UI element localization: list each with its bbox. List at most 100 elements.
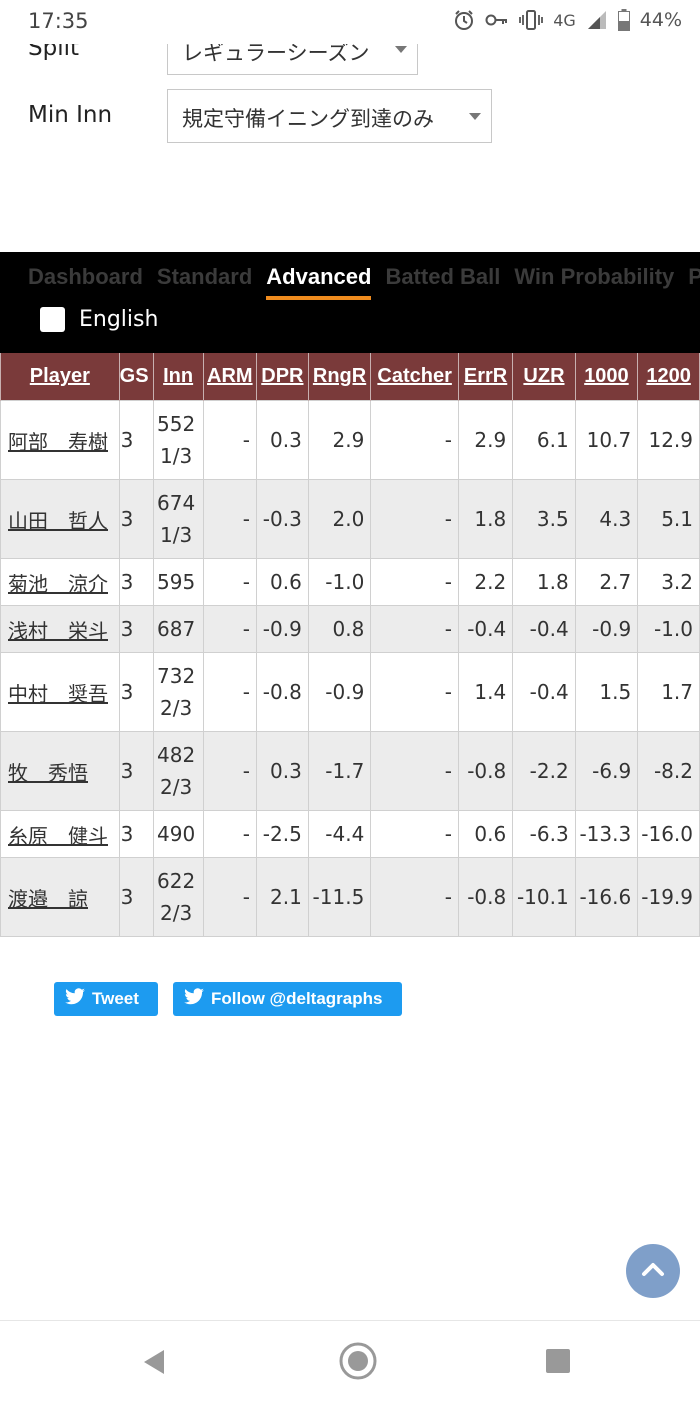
games-started: 3 (118, 605, 154, 653)
alarm-icon (453, 9, 475, 31)
system-nav-bar (0, 1320, 700, 1401)
table-row: 山田 哲人 3 674 1/3- -0.3 2.0-1.8 3.5 4.3 5.1 (0, 479, 700, 559)
rngr-value: -0.9 (307, 652, 372, 732)
arm-value: - (202, 731, 257, 811)
follow-label: Follow @deltagraphs (211, 989, 383, 1008)
stats-table-wrap: Player GS Inn ARM DPR RngR Catcher ErrR … (0, 353, 700, 937)
battery-percent: 44% (639, 9, 682, 31)
status-time: 17:35 (28, 9, 89, 33)
games-started: 3 (118, 558, 154, 606)
errr-value: 0.6 (457, 810, 514, 858)
tab-standard[interactable]: Standard (157, 264, 252, 290)
uzr-value: -10.1 (512, 857, 576, 937)
player-name[interactable]: 中村 奨吾 (0, 652, 120, 732)
col-header-catcher[interactable]: Catcher (370, 353, 459, 401)
col-header-rngr[interactable]: RngR (307, 353, 372, 401)
tab-dashboard[interactable]: Dashboard (28, 264, 143, 290)
player-name[interactable]: 渡邉 諒 (0, 857, 120, 937)
catcher-value: - (370, 857, 459, 937)
tab-batted-ball[interactable]: Batted Ball (385, 264, 500, 290)
uzr-value: -6.3 (512, 810, 576, 858)
col-header-arm[interactable]: ARM (202, 353, 257, 401)
table-row: 中村 奨吾 3 732 2/3- -0.8 -0.9-1.4 -0.4 1.5 1.7 (0, 652, 700, 732)
table-row: 渡邉 諒 3 622 2/3-2.1 -11.5- -0.8 -10.1 -16.6 -19.9 (0, 857, 700, 937)
col-header-uzr[interactable]: UZR (512, 353, 576, 401)
innings: 482 2/3 (152, 731, 204, 811)
player-name[interactable]: 浅村 栄斗 (0, 605, 120, 653)
col-header-1200[interactable]: 1200 (637, 353, 700, 401)
tab-win-probability[interactable]: Win Probability (514, 264, 674, 290)
table-row: 浅村 栄斗 3 687- -0.9 0.8- -0.4 -0.4 -0.9 -1.0 (0, 605, 700, 653)
split-value: レギュラーシーズン (182, 41, 370, 65)
arm-value: - (202, 479, 257, 559)
value-1000: -13.3 (574, 810, 639, 858)
catcher-value: - (370, 400, 459, 480)
arm-value: - (202, 605, 257, 653)
scroll-to-top-button[interactable] (626, 1244, 680, 1298)
english-toggle[interactable]: English (40, 307, 158, 332)
col-header-player[interactable]: Player (0, 353, 120, 401)
catcher-value: - (370, 810, 459, 858)
col-header-gs[interactable]: GS (118, 353, 154, 401)
uzr-value: -2.2 (512, 731, 576, 811)
uzr-value: -0.4 (512, 652, 576, 732)
innings: 490 (152, 810, 204, 858)
table-row: 牧 秀悟 3 482 2/3-0.3 -1.7- -0.8 -2.2 -6.9 -8.2 (0, 731, 700, 811)
table-row: 菊池 涼介 3 595-0.6 -1.0-2.2 1.8 2.7 3.2 (0, 558, 700, 606)
home-icon[interactable] (338, 1341, 378, 1385)
dpr-value: -0.8 (255, 652, 309, 732)
col-header-errr[interactable]: ErrR (457, 353, 514, 401)
value-1200: -8.2 (637, 731, 700, 811)
value-1200: -16.0 (637, 810, 700, 858)
dpr-value: -0.9 (255, 605, 309, 653)
innings: 732 2/3 (152, 652, 204, 732)
english-checkbox[interactable] (40, 307, 65, 332)
col-header-dpr[interactable]: DPR (255, 353, 309, 401)
errr-value: 1.4 (457, 652, 514, 732)
player-name[interactable]: 山田 哲人 (0, 479, 120, 559)
value-1000: 2.7 (574, 558, 639, 606)
games-started: 3 (118, 810, 154, 858)
tab-advanced[interactable]: Advanced (266, 264, 372, 300)
arm-value: - (202, 857, 257, 937)
back-icon[interactable] (142, 1349, 166, 1379)
errr-value: 2.9 (457, 400, 514, 480)
follow-button[interactable]: Follow @deltagraphs (173, 982, 402, 1016)
uzr-value: -0.4 (512, 605, 576, 653)
status-icons: 4G 44% (453, 9, 682, 31)
player-name[interactable]: 阿部 寿樹 (0, 400, 120, 480)
rngr-value: -4.4 (307, 810, 372, 858)
stats-tab-bar: Dashboard Standard Advanced Batted Ball … (0, 252, 700, 353)
rngr-value: -1.7 (307, 731, 372, 811)
english-label: English (79, 307, 159, 332)
innings: 687 (152, 605, 204, 653)
errr-value: -0.8 (457, 857, 514, 937)
errr-value: -0.8 (457, 731, 514, 811)
player-name[interactable]: 牧 秀悟 (0, 731, 120, 811)
min-inn-label: Min Inn (28, 102, 113, 128)
errr-value: 2.2 (457, 558, 514, 606)
value-1200: 5.1 (637, 479, 700, 559)
table-row: 阿部 寿樹 3 552 1/3-0.3 2.9-2.9 6.1 10.7 12.9 (0, 400, 700, 480)
col-header-1000[interactable]: 1000 (574, 353, 639, 401)
col-header-inn[interactable]: Inn (152, 353, 204, 401)
value-1200: 1.7 (637, 652, 700, 732)
recent-apps-icon[interactable] (546, 1349, 570, 1373)
status-bar: 17:35 4G 44% (0, 0, 700, 44)
catcher-value: - (370, 558, 459, 606)
games-started: 3 (118, 479, 154, 559)
min-inn-value: 規定守備イニング到達のみ (182, 107, 434, 131)
player-name[interactable]: 糸原 健斗 (0, 810, 120, 858)
uzr-value: 6.1 (512, 400, 576, 480)
catcher-value: - (370, 479, 459, 559)
player-name[interactable]: 菊池 涼介 (0, 558, 120, 606)
catcher-value: - (370, 652, 459, 732)
tab-pitch-type[interactable]: Pitch Type (688, 264, 700, 290)
rngr-value: -11.5 (307, 857, 372, 937)
rngr-value: -1.0 (307, 558, 372, 606)
tweet-button[interactable]: Tweet (54, 982, 158, 1016)
value-1000: 4.3 (574, 479, 639, 559)
games-started: 3 (118, 731, 154, 811)
min-inn-select[interactable]: 規定守備イニング到達のみ (167, 89, 492, 143)
innings: 622 2/3 (152, 857, 204, 937)
